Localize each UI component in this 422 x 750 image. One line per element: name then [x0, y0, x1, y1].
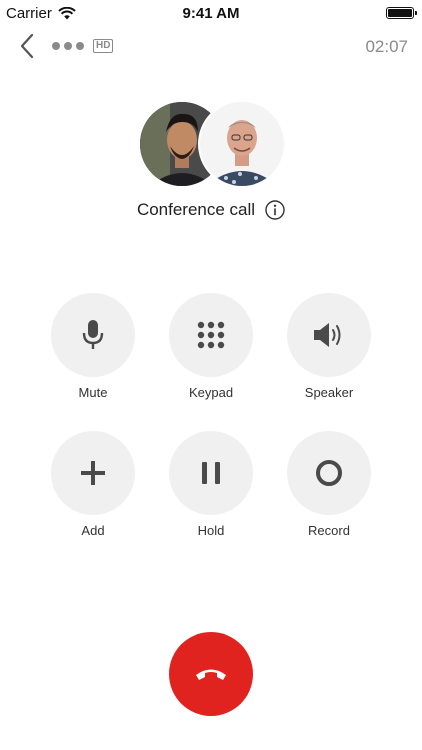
participant-avatars	[138, 100, 286, 188]
hold-control: Hold	[168, 431, 254, 538]
back-button[interactable]	[14, 32, 40, 60]
plus-icon	[81, 461, 105, 485]
keypad-button[interactable]	[169, 293, 253, 377]
hold-label: Hold	[197, 523, 225, 538]
mute-control: Mute	[50, 293, 136, 400]
speaker-icon	[314, 323, 341, 347]
hang-up-icon	[196, 669, 226, 680]
status-bar: Carrier 9:41 AM	[0, 0, 422, 26]
keypad-icon	[197, 321, 225, 349]
add-button[interactable]	[51, 431, 135, 515]
speaker-button[interactable]	[287, 293, 371, 377]
avatar	[198, 100, 286, 188]
status-time: 9:41 AM	[182, 5, 240, 22]
info-icon[interactable]	[265, 200, 285, 220]
microphone-icon	[82, 320, 104, 349]
record-icon	[316, 460, 342, 486]
hd-badge: HD	[93, 39, 114, 53]
end-call-button[interactable]	[169, 632, 253, 716]
pause-icon	[202, 462, 220, 484]
call-title: Conference call	[136, 200, 256, 219]
chevron-left-icon	[20, 33, 34, 59]
speaker-label: Speaker	[304, 385, 354, 400]
keypad-control: Keypad	[168, 293, 254, 400]
record-control: Record	[286, 431, 372, 538]
call-header: HD 02:07	[0, 30, 422, 64]
record-button[interactable]	[287, 431, 371, 515]
keypad-label: Keypad	[188, 385, 234, 400]
add-label: Add	[81, 523, 105, 538]
record-label: Record	[308, 523, 350, 538]
signal-dots-icon	[52, 42, 84, 50]
speaker-control: Speaker	[286, 293, 372, 400]
add-control: Add	[50, 431, 136, 538]
hold-button[interactable]	[169, 431, 253, 515]
call-title-row: Conference call	[0, 200, 422, 220]
mute-label: Mute	[78, 385, 108, 400]
battery-icon	[386, 7, 417, 19]
call-duration: 02:07	[365, 37, 408, 56]
mute-button[interactable]	[51, 293, 135, 377]
